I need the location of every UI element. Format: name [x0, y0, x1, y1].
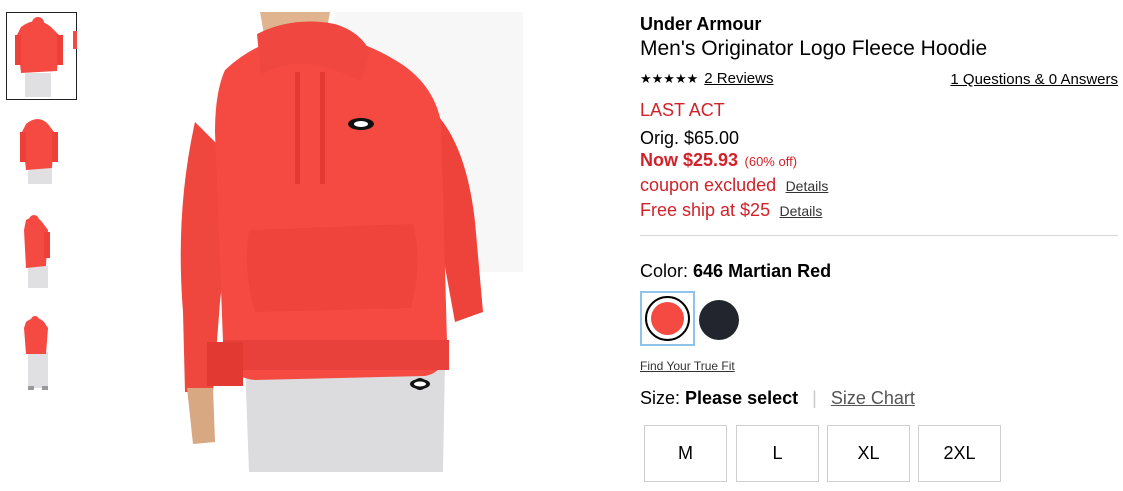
- thumbnail-front-image: [15, 17, 77, 97]
- thumbnail-front[interactable]: [6, 12, 77, 100]
- free-ship-details-link[interactable]: Details: [780, 203, 823, 219]
- size-option-2xl[interactable]: 2XL: [918, 425, 1001, 482]
- size-selection-status: Please select: [685, 388, 799, 408]
- size-separator: |: [812, 388, 817, 408]
- swatch-selected-ring: [645, 296, 690, 341]
- size-option-l[interactable]: L: [736, 425, 819, 482]
- thumbnail-back-image: [20, 119, 58, 184]
- thumbnail-full-body-image: [24, 316, 48, 390]
- thumbnail-full-body[interactable]: [6, 314, 77, 402]
- percent-off: (60% off): [744, 154, 798, 169]
- coupon-row: coupon excluded Details: [640, 174, 828, 198]
- sale-price: Now $25.93: [640, 150, 739, 170]
- size-option-m[interactable]: M: [644, 425, 727, 482]
- thumbnail-back[interactable]: [6, 112, 77, 200]
- size-label: Size:: [640, 388, 681, 408]
- hoodie-model-illustration: [180, 12, 523, 472]
- original-price: Orig. $65.00: [640, 128, 740, 148]
- color-swatch-martian-red[interactable]: [640, 291, 695, 346]
- find-true-fit-link[interactable]: Find Your True Fit: [640, 359, 735, 373]
- size-option-xl[interactable]: XL: [827, 425, 910, 482]
- free-ship-text: Free ship at $25: [640, 200, 771, 220]
- size-label-row: Size: Please select | Size Chart: [640, 387, 915, 409]
- thumbnail-side-image: [24, 215, 50, 288]
- last-act-badge: LAST ACT: [640, 100, 725, 120]
- color-swatch-black[interactable]: [699, 300, 739, 340]
- swatch-red-fill: [651, 302, 684, 335]
- rating-stars[interactable]: ★★★★★: [640, 70, 698, 88]
- coupon-excluded-text: coupon excluded: [640, 175, 777, 195]
- main-product-image[interactable]: [165, 12, 523, 472]
- coupon-details-link[interactable]: Details: [786, 178, 829, 194]
- sale-price-row: Now $25.93 (60% off): [640, 149, 797, 173]
- product-title: Men's Originator Logo Fleece Hoodie: [640, 37, 988, 60]
- questions-answers-link[interactable]: 1 Questions & 0 Answers: [950, 71, 1118, 89]
- selected-color-name: 646 Martian Red: [693, 261, 832, 281]
- free-ship-row: Free ship at $25 Details: [640, 199, 822, 223]
- rating-row: ★★★★★ 2 Reviews: [640, 70, 773, 88]
- size-chart-link[interactable]: Size Chart: [831, 387, 915, 409]
- thumbnail-side[interactable]: [6, 214, 77, 302]
- divider: [640, 235, 1118, 236]
- color-label-row: Color: 646 Martian Red: [640, 260, 831, 282]
- reviews-link[interactable]: 2 Reviews: [704, 70, 773, 88]
- color-label: Color:: [640, 261, 689, 281]
- brand-name[interactable]: Under Armour: [640, 13, 761, 35]
